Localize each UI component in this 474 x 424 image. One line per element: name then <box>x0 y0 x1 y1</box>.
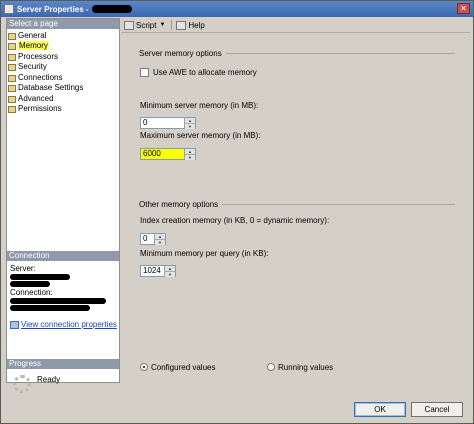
spin-down-icon[interactable]: ▼ <box>165 271 175 277</box>
page-icon <box>8 105 16 114</box>
max-server-memory-label: Maximum server memory (in MB): <box>140 131 261 140</box>
script-button[interactable]: Script ▼ <box>124 20 166 30</box>
connection-section: Connection Server: Connection: View conn… <box>7 251 119 360</box>
server-properties-window: Server Properties - ✕ Select a page Gene… <box>0 0 474 424</box>
script-icon <box>124 20 134 30</box>
left-pane: Select a page General Memory Processors … <box>6 18 120 393</box>
min-server-memory-spinner[interactable]: 0 ▲ ▼ <box>140 117 196 129</box>
nav-item-advanced[interactable]: Advanced <box>8 93 119 104</box>
page-icon <box>8 74 16 82</box>
use-awe-checkbox[interactable] <box>140 68 149 77</box>
connection-label: Connection: <box>10 288 53 297</box>
nav-item-processors[interactable]: Processors <box>8 51 119 62</box>
page-icon <box>8 32 16 40</box>
title-bar[interactable]: Server Properties - ✕ <box>1 1 473 17</box>
redacted-server-value <box>10 281 50 287</box>
nav-item-memory[interactable]: Memory <box>8 41 119 52</box>
nav-item-general[interactable]: General <box>8 30 119 41</box>
connection-info: Server: Connection: View connection prop… <box>7 261 119 360</box>
server-label: Server: <box>10 264 36 273</box>
page-icon <box>8 42 16 51</box>
redacted-connection-value <box>10 305 90 311</box>
nav-item-permissions[interactable]: Permissions <box>8 104 119 115</box>
progress-status: Ready <box>37 375 61 384</box>
progress-section: Progress Ready <box>7 359 119 393</box>
spin-down-icon[interactable]: ▼ <box>185 123 195 129</box>
configured-values-radio[interactable] <box>140 363 148 371</box>
min-memory-per-query-label: Minimum memory per query (in KB): <box>140 249 269 258</box>
page-icon <box>8 84 16 93</box>
cancel-button[interactable]: Cancel <box>411 402 463 417</box>
redacted-connection-value <box>10 298 106 304</box>
progress-spinner-icon <box>13 375 31 393</box>
spin-down-icon[interactable]: ▼ <box>155 239 165 245</box>
select-page-header: Select a page <box>7 19 119 29</box>
window-icon <box>4 4 14 14</box>
chevron-down-icon: ▼ <box>159 22 166 28</box>
help-icon <box>176 20 187 30</box>
page-icon <box>8 63 16 72</box>
index-creation-memory-label: Index creation memory (in KB, 0 = dynami… <box>140 216 330 225</box>
nav-item-security[interactable]: Security <box>8 62 119 73</box>
server-memory-group-header: Server memory options <box>139 49 455 58</box>
connection-header: Connection <box>7 251 119 261</box>
spin-down-icon[interactable]: ▼ <box>185 154 195 160</box>
memory-page-content: Server memory options Use AWE to allocat… <box>129 45 465 375</box>
redacted-server-name <box>91 5 132 13</box>
max-server-memory-spinner[interactable]: 6000 ▲ ▼ <box>140 148 196 160</box>
nav-item-connections[interactable]: Connections <box>8 72 119 83</box>
connection-properties-icon <box>10 320 19 329</box>
nav-item-database-settings[interactable]: Database Settings <box>8 83 119 94</box>
index-creation-memory-spinner[interactable]: 0 ▲ ▼ <box>140 233 166 245</box>
min-server-memory-label: Minimum server memory (in MB): <box>140 101 259 110</box>
other-memory-group-header: Other memory options <box>139 200 455 209</box>
window-title: Server Properties - <box>17 4 89 14</box>
toolbar: Script ▼ Help <box>121 18 470 33</box>
page-nav-list: General Memory Processors Security Conne… <box>7 29 119 230</box>
toolbar-separator <box>171 20 173 30</box>
redacted-server-value <box>10 274 70 280</box>
use-awe-label: Use AWE to allocate memory <box>153 68 257 77</box>
min-memory-per-query-spinner[interactable]: 1024 ▲ ▼ <box>140 265 176 277</box>
ok-button[interactable]: OK <box>354 402 406 417</box>
view-connection-properties-link[interactable]: View connection properties <box>10 320 119 329</box>
page-icon <box>8 53 16 61</box>
running-values-label: Running values <box>278 363 334 372</box>
close-button[interactable]: ✕ <box>457 3 470 14</box>
right-pane: Script ▼ Help Server memory options Use … <box>121 18 470 400</box>
help-button[interactable]: Help <box>176 20 205 30</box>
running-values-radio[interactable] <box>267 363 275 371</box>
configured-values-label: Configured values <box>151 363 216 372</box>
page-icon <box>8 95 16 103</box>
progress-header: Progress <box>7 359 119 369</box>
